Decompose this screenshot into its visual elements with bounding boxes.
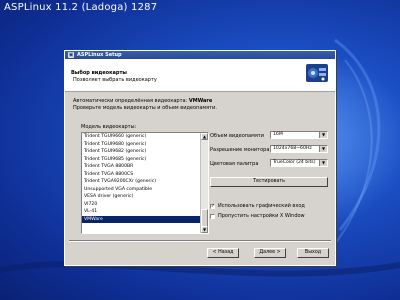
scroll-up-icon[interactable]: ▲ <box>201 133 208 140</box>
video-memory-label: Объем видеопамяти <box>210 133 265 139</box>
list-item[interactable]: VI720 <box>82 201 201 209</box>
graphical-login-checkbox[interactable]: ✓ <box>210 204 215 209</box>
list-item[interactable]: Unsupported VGA compatible <box>82 186 201 194</box>
test-button[interactable]: Тестировать <box>210 177 328 187</box>
detected-card-prefix: Автоматически определённая видеокарта: <box>73 98 189 104</box>
back-button[interactable]: < Назад <box>207 248 239 258</box>
chevron-down-icon[interactable]: ▼ <box>319 132 327 138</box>
list-item[interactable]: Trident TVGA9200CXr (generic) <box>82 178 201 186</box>
detected-card-value: VMWare <box>188 98 213 104</box>
list-item-selected[interactable]: VMWare <box>82 215 201 223</box>
chevron-down-icon[interactable]: ▼ <box>319 146 327 152</box>
video-card-icon <box>306 64 328 82</box>
skip-x-label: Пропустить настройки X Window <box>218 213 305 219</box>
monitor-res-select[interactable]: 1024x768~60Hz ▼ <box>270 145 328 153</box>
monitor-res-value: 1024x768~60Hz <box>273 146 312 151</box>
video-memory-value: 16M <box>273 132 283 137</box>
list-item[interactable]: Trident TGUI9682 (generic) <box>82 148 201 156</box>
list-item[interactable]: Trident TVGA 8800CS <box>82 171 201 179</box>
color-palette-select[interactable]: TrueColor (24 bits) ▼ <box>270 159 328 167</box>
page-title: Выбор видеокарты <box>71 70 127 76</box>
page-header: Выбор видеокарты Позволяет выбрать видео… <box>65 59 335 92</box>
chevron-down-icon[interactable]: ▼ <box>319 160 327 166</box>
info-text: Проверьте модель видеокарты и объем виде… <box>73 105 217 111</box>
exit-button[interactable]: Выход <box>297 248 329 258</box>
window-title: ASPLinux Setup <box>77 52 122 58</box>
setup-window: ▣ ASPLinux Setup Выбор видеокарты Позвол… <box>64 50 336 266</box>
next-button[interactable]: Далее > <box>254 248 286 258</box>
page-subtitle: Позволяет выбрать видеокарту <box>73 77 157 83</box>
list-item[interactable]: VESA driver (generic) <box>82 193 201 201</box>
color-palette-label: Цветовая палитра <box>210 161 259 167</box>
app-icon: ▣ <box>68 52 74 58</box>
color-palette-value: TrueColor (24 bits) <box>273 160 316 165</box>
list-item[interactable]: Trident TGUI9680 (generic) <box>82 141 201 149</box>
scroll-down-icon[interactable]: ▼ <box>201 226 208 233</box>
window-titlebar[interactable]: ▣ ASPLinux Setup <box>65 51 335 59</box>
scrollbar-thumb[interactable] <box>201 209 208 227</box>
list-item[interactable]: Trident TGUI9685 (generic) <box>82 156 201 164</box>
listbox-scrollbar[interactable]: ▲ ▼ <box>200 133 208 233</box>
model-listbox[interactable]: Trident TGUI9660 (generic) Trident TGUI9… <box>81 132 209 234</box>
footer-divider <box>69 240 331 242</box>
skip-x-checkbox[interactable] <box>210 214 215 219</box>
os-title: ASPLinux 11.2 (Ladoga) 1287 <box>4 2 158 13</box>
list-item[interactable]: VL-41 <box>82 208 201 216</box>
graphical-login-label: Использовать графический вход <box>218 203 305 209</box>
detected-card-line: Автоматически определённая видеокарта: V… <box>73 98 212 104</box>
monitor-res-label: Разрешение монитора <box>210 147 270 153</box>
list-item[interactable]: Trident TVGA 8800BR <box>82 163 201 171</box>
model-label: Модель видеокарты: <box>81 124 137 130</box>
video-memory-select[interactable]: 16M ▼ <box>270 131 328 139</box>
list-item[interactable]: Trident TGUI9660 (generic) <box>82 133 201 141</box>
